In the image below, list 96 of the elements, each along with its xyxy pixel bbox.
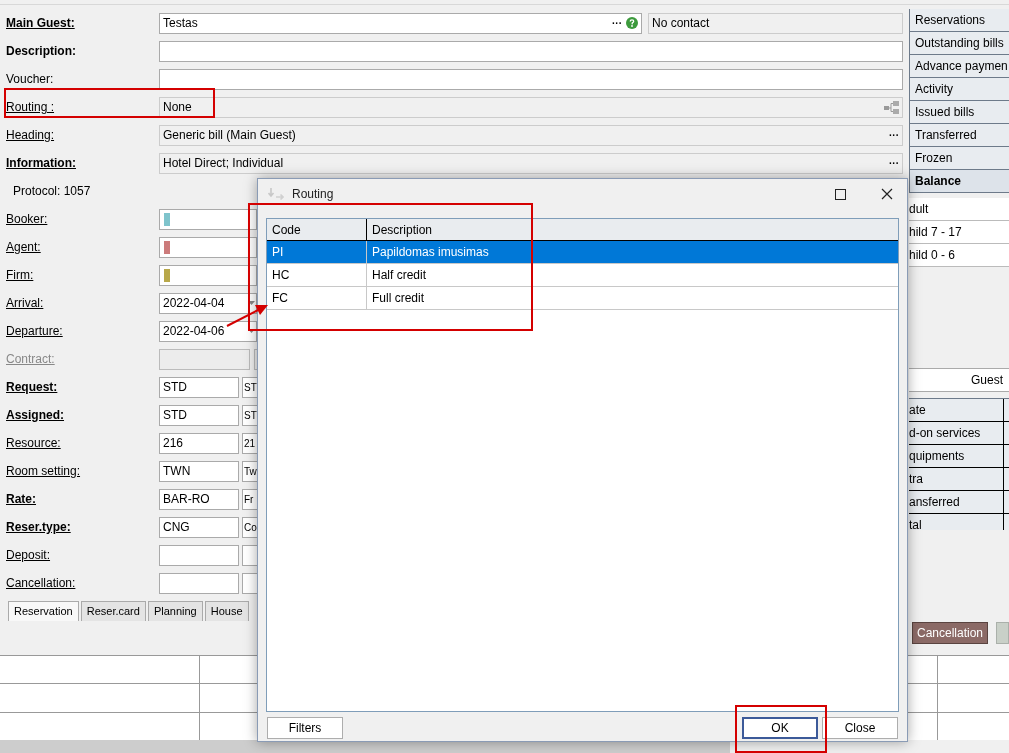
- field-label[interactable]: Arrival:: [6, 296, 44, 310]
- text-field[interactable]: [159, 264, 257, 286]
- protocol-text: Protocol: 1057: [13, 183, 91, 200]
- table-cell: tra: [909, 468, 1004, 490]
- text-field[interactable]: ST: [242, 376, 257, 398]
- field-label: Voucher:: [6, 72, 54, 86]
- guest-field[interactable]: Testas ···: [159, 12, 642, 34]
- more-button[interactable]: ···: [612, 15, 622, 31]
- readonly-field[interactable]: Hotel Direct; Individual ···: [159, 152, 903, 174]
- table-cell-text: Papildomas imusimas: [371, 244, 490, 261]
- field-label[interactable]: Heading:: [6, 128, 55, 142]
- field-label[interactable]: Cancellation:: [6, 576, 76, 590]
- text-field[interactable]: 21: [242, 432, 257, 454]
- arrows-icon: [268, 187, 284, 201]
- field-label[interactable]: Agent:: [6, 240, 41, 254]
- caret-icon[interactable]: [248, 301, 255, 305]
- date-field[interactable]: 2022-04-04: [159, 292, 257, 314]
- text-field[interactable]: [159, 68, 903, 90]
- field-label[interactable]: Deposit:: [6, 548, 51, 562]
- text-field[interactable]: 216: [159, 432, 239, 454]
- field-label[interactable]: Booker:: [6, 212, 48, 226]
- field-label[interactable]: Information:: [6, 156, 76, 170]
- routing-field[interactable]: None: [159, 96, 903, 118]
- side-tab[interactable]: Frozen: [909, 147, 1009, 170]
- side-tab[interactable]: Reservations: [909, 9, 1009, 32]
- text-field[interactable]: TWN: [159, 460, 239, 482]
- field-label[interactable]: Departure:: [6, 324, 63, 338]
- table-cell: hild 0 - 6: [909, 244, 1009, 267]
- table-cell: HC: [267, 264, 367, 286]
- tab[interactable]: Reservation: [8, 601, 79, 621]
- text-field[interactable]: [159, 572, 239, 594]
- field-label[interactable]: Routing :: [6, 100, 55, 114]
- table-cell: d-on services: [909, 422, 1004, 444]
- table-cell: tal: [909, 514, 1004, 530]
- field-label[interactable]: Firm:: [6, 268, 34, 282]
- tab[interactable]: Reser.card: [80, 601, 146, 621]
- help-icon[interactable]: [626, 17, 638, 29]
- column-header[interactable]: Description: [367, 219, 898, 240]
- table-cell: ate: [909, 399, 1004, 421]
- text-field[interactable]: [159, 208, 257, 230]
- field-label[interactable]: Reser.type:: [6, 520, 71, 534]
- text-field[interactable]: Tw: [242, 460, 257, 482]
- readonly-field[interactable]: Generic bill (Main Guest) ···: [159, 124, 903, 146]
- side-tab[interactable]: Activity: [909, 78, 1009, 101]
- text-field[interactable]: [159, 40, 903, 62]
- more-button[interactable]: ···: [889, 127, 899, 143]
- column-header[interactable]: Code: [267, 219, 367, 240]
- more-button[interactable]: ···: [889, 155, 899, 171]
- caret-icon[interactable]: [248, 329, 255, 333]
- dialog-button[interactable]: Close: [822, 717, 898, 739]
- table-row[interactable]: HC Half credit: [267, 264, 898, 287]
- text-field[interactable]: Co: [242, 516, 257, 538]
- text-field[interactable]: [242, 544, 257, 566]
- text-field[interactable]: Fr: [242, 488, 257, 510]
- table-cell: quipments: [909, 445, 1004, 467]
- text-field[interactable]: [159, 544, 239, 566]
- field-label[interactable]: Resource:: [6, 436, 61, 450]
- table-row[interactable]: FC Full credit: [267, 287, 898, 310]
- tab[interactable]: Planning: [147, 601, 203, 621]
- text-field[interactable]: ST: [242, 404, 257, 426]
- field-label[interactable]: Main Guest:: [6, 16, 75, 30]
- table-cell-text: Full credit: [371, 290, 425, 307]
- hierarchy-icon[interactable]: [884, 100, 899, 114]
- side-tab[interactable]: Advance paymen: [909, 55, 1009, 78]
- side-tab[interactable]: Transferred: [909, 124, 1009, 147]
- text-field[interactable]: [159, 236, 257, 258]
- table-cell: PI: [267, 241, 367, 263]
- annotation-arrow: [226, 305, 268, 327]
- maximize-icon[interactable]: [835, 188, 846, 200]
- table-cell: dult: [909, 198, 1009, 221]
- cancellation-button[interactable]: Cancellation: [912, 622, 989, 644]
- field-label[interactable]: Room setting:: [6, 464, 81, 478]
- table-cell: ansferred: [909, 491, 1004, 513]
- field-label[interactable]: Request:: [6, 380, 58, 394]
- date-field[interactable]: 2022-04-06: [159, 320, 257, 342]
- side-tab[interactable]: Balance: [909, 170, 1009, 193]
- text-field[interactable]: STD: [159, 404, 239, 426]
- field-label[interactable]: Rate:: [6, 492, 36, 506]
- table-row[interactable]: PI Papildomas imusimas: [267, 241, 898, 264]
- side-tab[interactable]: Issued bills: [909, 101, 1009, 124]
- dialog-title: Routing: [292, 186, 334, 203]
- table-cell-text: Half credit: [371, 267, 428, 284]
- table-header: Guest: [909, 368, 1009, 392]
- dialog-button[interactable]: Filters: [267, 717, 343, 739]
- text-field[interactable]: STD: [159, 376, 239, 398]
- tab[interactable]: House: [204, 601, 249, 621]
- close-icon[interactable]: [881, 188, 893, 200]
- dialog-button[interactable]: OK: [742, 717, 818, 739]
- field-label: Description:: [6, 44, 76, 58]
- table-cell: hild 7 - 17: [909, 221, 1009, 244]
- field-label[interactable]: Assigned:: [6, 408, 64, 422]
- side-tab[interactable]: Outstanding bills: [909, 32, 1009, 55]
- contact-field: No contact: [648, 12, 903, 34]
- text-field[interactable]: [242, 572, 257, 594]
- text-field[interactable]: CNG: [159, 516, 239, 538]
- text-field[interactable]: BAR-RO: [159, 488, 239, 510]
